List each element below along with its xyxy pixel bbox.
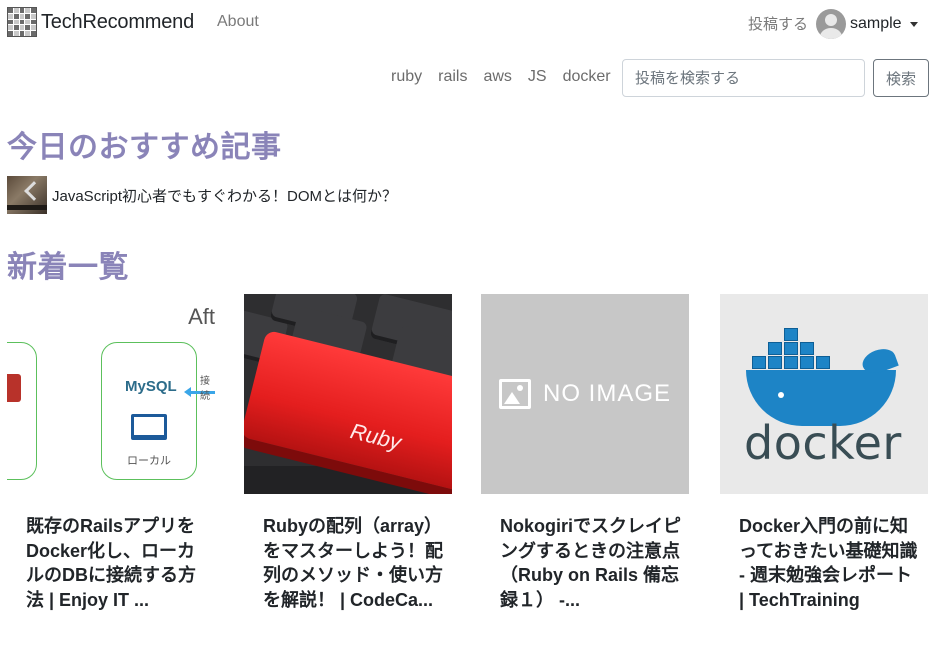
brand-name: TechRecommend bbox=[41, 10, 195, 33]
thumbnail-text: NO IMAGE bbox=[542, 380, 671, 407]
user-name: sample bbox=[850, 15, 902, 32]
navbar: TechRecommend About 投稿する sample bbox=[0, 0, 949, 46]
avatar bbox=[816, 9, 846, 39]
thumbnail-text: docker bbox=[744, 416, 902, 470]
chevron-left-icon bbox=[24, 181, 44, 201]
article-title: Docker入門の前に知っておきたい基礎知識 - 週末勉強会レポート | Tec… bbox=[739, 516, 918, 610]
thumbnail-label: ローカル bbox=[127, 455, 171, 467]
article-card[interactable]: docker Docker入門の前に知っておきたい基礎知識 - 週末勉強会レポー… bbox=[720, 294, 928, 612]
article-card[interactable]: Ruby Rubyの配列（array）をマスターしよう！配列のメソッド・使い方を… bbox=[244, 294, 452, 612]
featured-article-title: JavaScript初心者でもすぐわかる！DOMとは何か？ bbox=[52, 187, 398, 205]
featured-article-link[interactable]: JavaScript初心者でもすぐわかる！DOMとは何か？ bbox=[7, 176, 397, 214]
laptop-icon bbox=[131, 414, 167, 440]
article-title: Nokogiriでスクレイピングするときの注意点 （Ruby on Rails … bbox=[500, 516, 698, 610]
brand-link[interactable]: TechRecommend bbox=[7, 7, 194, 37]
latest-heading: 新着一覧 bbox=[7, 251, 129, 284]
tag-link-rails[interactable]: rails bbox=[438, 68, 467, 86]
mysql-logo: MySQL bbox=[125, 378, 177, 395]
search-button[interactable]: 検索 bbox=[873, 59, 929, 97]
nav-post-link[interactable]: 投稿する bbox=[748, 13, 808, 34]
today-heading: 今日のおすすめ記事 bbox=[7, 131, 282, 164]
tag-link-aws[interactable]: aws bbox=[483, 68, 511, 86]
featured-thumbnail bbox=[7, 176, 47, 214]
image-placeholder-icon bbox=[498, 379, 531, 409]
search-input[interactable] bbox=[622, 59, 865, 97]
nav-about-link[interactable]: About bbox=[217, 13, 259, 31]
article-thumbnail: NO IMAGE bbox=[481, 294, 689, 494]
article-card[interactable]: NO IMAGE Nokogiriでスクレイピングするときの注意点 （Ruby … bbox=[481, 294, 698, 612]
tag-link-docker[interactable]: docker bbox=[563, 68, 611, 86]
user-menu-dropdown[interactable]: sample bbox=[816, 9, 918, 39]
thumbnail-label: 接続 bbox=[200, 376, 210, 402]
article-title: 既存のRailsアプリをDocker化し、ローカルのDBに接続する方法 | En… bbox=[26, 516, 196, 610]
thumbnail-text: Aft bbox=[188, 304, 215, 329]
article-thumbnail: docker bbox=[720, 294, 928, 494]
caret-down-icon bbox=[909, 21, 918, 27]
article-thumbnail: Ruby bbox=[244, 294, 452, 494]
tag-link-js[interactable]: JS bbox=[528, 68, 547, 86]
article-thumbnail: Aft MySQL ローカル 接続 bbox=[7, 294, 215, 494]
brand-logo-icon bbox=[7, 7, 37, 37]
tag-link-ruby[interactable]: ruby bbox=[391, 68, 422, 86]
tag-links: ruby rails aws JS docker bbox=[391, 68, 627, 86]
article-card[interactable]: Aft MySQL ローカル 接続 既存のRailsアプリをDocker化し、ロ… bbox=[7, 294, 215, 612]
article-title: Rubyの配列（array）をマスターしよう！配列のメソッド・使い方を解説！ |… bbox=[263, 516, 443, 610]
